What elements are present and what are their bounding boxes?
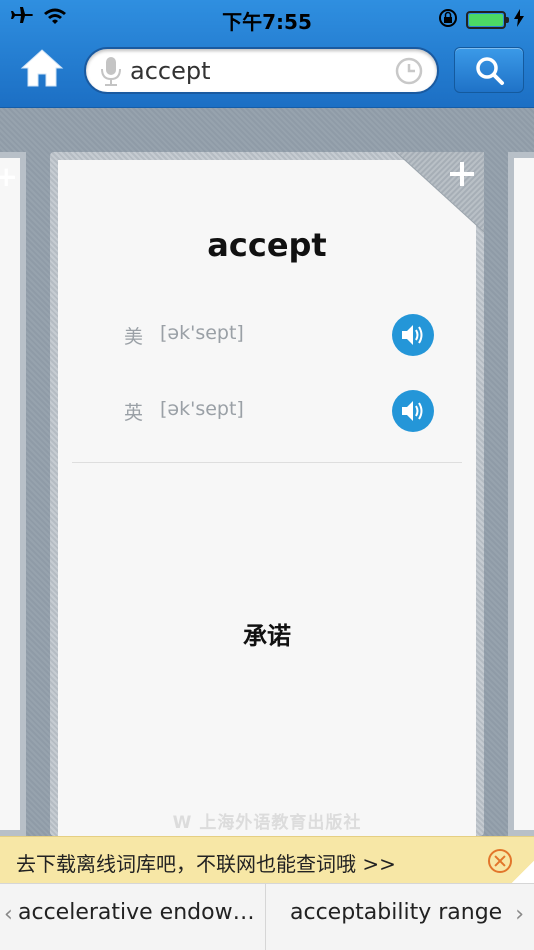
next-word-label: acceptability range [290,900,503,925]
divider [72,462,462,463]
pronunciation-region: 美 [124,326,144,348]
phonetic-text: [ək'sept] [160,322,244,344]
pronunciation-region: 英 [124,402,144,424]
previous-word-label: accelerative endowm... [18,900,263,925]
history-clock-icon[interactable] [395,57,423,89]
home-icon [20,49,64,87]
chevron-left-icon: ‹ [4,902,13,927]
word-card-frame: accept 美 [ək'sept] 英 [ək'sept] 承诺 W 上海外语… [50,152,484,836]
status-bar: 下午7:55 [0,0,534,36]
pronunciation-uk: 英 [ək'sept] [124,390,434,434]
search-box[interactable] [84,47,439,94]
previous-word-button[interactable]: ‹ accelerative endowm... [0,884,265,950]
add-to-wordbook-button[interactable] [396,152,484,232]
next-card[interactable] [508,152,534,836]
offline-dictionary-banner[interactable]: 去下载离线词库吧，不联网也能查词哦 >> [0,836,534,883]
charging-bolt-icon [514,9,524,31]
next-word-button[interactable]: acceptability range › [265,884,534,950]
phonetic-text: [ək'sept] [160,398,244,420]
definition: 承诺 [243,622,291,650]
top-bar: 下午7:55 [0,0,534,108]
close-banner-icon[interactable] [488,849,512,873]
add-icon[interactable]: + [0,160,18,193]
status-right [438,8,524,32]
banner-text[interactable]: 去下载离线词库吧，不联网也能查词哦 >> [16,848,396,877]
page-curl [512,861,534,883]
home-button[interactable] [20,48,64,92]
search-icon [476,57,504,85]
search-input[interactable] [130,53,380,89]
play-us-audio-button[interactable] [392,314,434,356]
speaker-icon [402,325,423,345]
orientation-lock-icon [438,8,458,32]
pronunciation-us: 美 [ək'sept] [124,314,434,358]
word-navigation: ‹ accelerative endowm... acceptability r… [0,883,534,950]
battery-icon [466,11,509,29]
publisher-logo-icon: W [172,813,193,833]
previous-card[interactable]: + [0,152,26,836]
microphone-icon[interactable] [100,57,122,91]
headword: accept [207,226,327,264]
chevron-right-icon: › [515,902,524,927]
play-uk-audio-button[interactable] [392,390,434,432]
publisher-watermark: W 上海外语教育出版社 [172,813,362,833]
word-card: accept 美 [ək'sept] 英 [ək'sept] 承诺 W 上海外语… [58,152,484,836]
card-area: + accept 美 [ək'sept] 英 [ək'sept] 承诺 W 上海… [0,108,534,836]
search-button[interactable] [454,47,524,93]
speaker-icon [402,401,423,421]
